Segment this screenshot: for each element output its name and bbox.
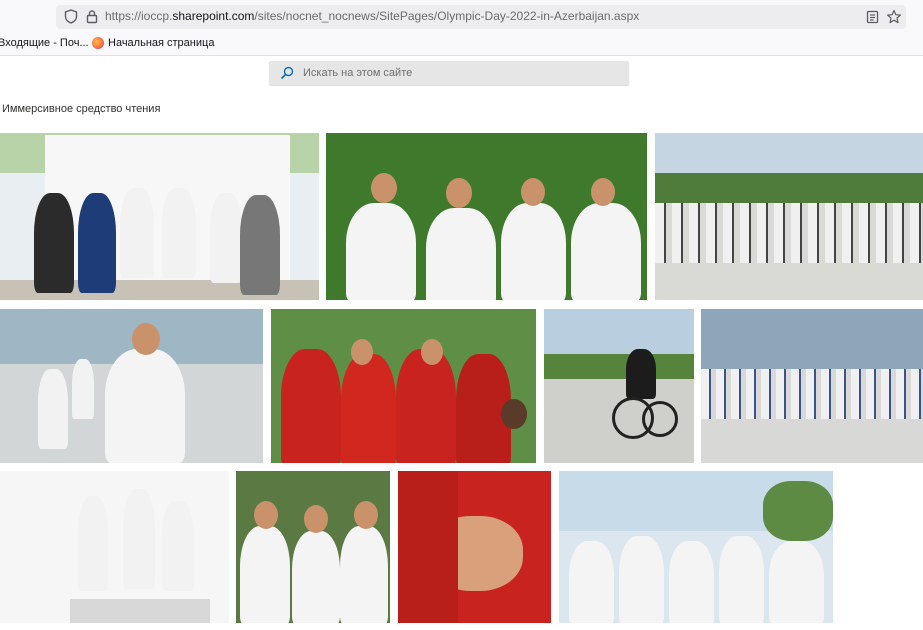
photo-girls-waving[interactable] xyxy=(326,133,647,300)
photo-red-tracksuits[interactable] xyxy=(271,309,536,463)
lock-icon[interactable] xyxy=(86,9,98,29)
url-prefix: https://ioccp. xyxy=(105,9,173,23)
photo-cyclist[interactable] xyxy=(544,309,694,463)
site-search-box[interactable]: Искать на этом сайте xyxy=(269,61,629,85)
photo-runners-waterfront[interactable] xyxy=(655,133,923,300)
url-path: /sites/nocnet_nocnews/SitePages/Olympic-… xyxy=(254,9,640,23)
immersive-reader-button[interactable]: Иммерсивное средство чтения xyxy=(2,103,160,115)
search-icon xyxy=(280,66,294,85)
reader-view-icon[interactable] xyxy=(866,10,879,29)
bookmark-inbox-label: Входящие - Поч... xyxy=(0,37,89,49)
bookmark-star-icon[interactable] xyxy=(886,9,902,30)
url-domain: sharepoint.com xyxy=(172,9,255,23)
photo-boys-group[interactable] xyxy=(236,471,390,623)
url-text[interactable]: https://ioccp.sharepoint.com/sites/nocne… xyxy=(105,9,639,23)
photo-podium-officials[interactable] xyxy=(0,133,319,300)
bookmark-home-page[interactable]: Начальная страница xyxy=(92,37,214,49)
firefox-icon xyxy=(92,37,104,49)
photo-runners-boulevard[interactable] xyxy=(701,309,923,463)
bookmark-home-label: Начальная страница xyxy=(108,37,215,49)
bookmark-inbox[interactable]: Входящие - Поч... xyxy=(0,37,89,49)
bookmarks-bar: Входящие - Поч... Начальная страница xyxy=(0,33,923,56)
photo-podium-kids[interactable] xyxy=(0,471,229,623)
photo-hands-together[interactable] xyxy=(398,471,551,623)
address-bar[interactable]: https://ioccp.sharepoint.com/sites/nocne… xyxy=(56,5,906,29)
shield-icon[interactable] xyxy=(64,9,78,29)
photo-boy-running[interactable] xyxy=(0,309,263,463)
photo-girls-hands-up[interactable] xyxy=(559,471,833,623)
search-placeholder: Искать на этом сайте xyxy=(303,67,413,79)
browser-toolbar: https://ioccp.sharepoint.com/sites/nocne… xyxy=(0,0,923,33)
